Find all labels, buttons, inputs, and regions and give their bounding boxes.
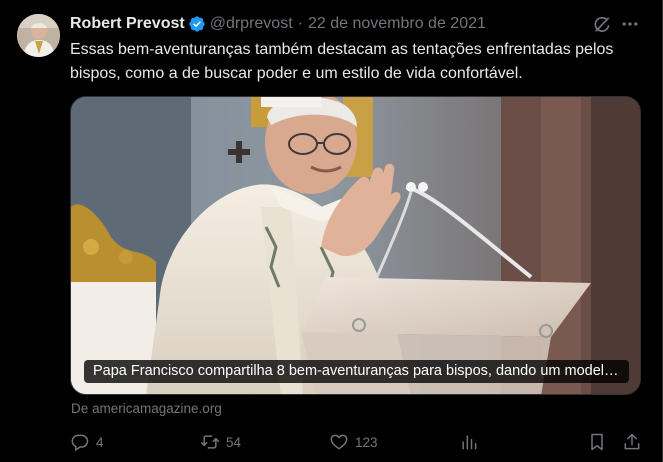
reply-count: 4 [96, 434, 104, 450]
verified-badge-icon[interactable] [188, 15, 206, 33]
more-icon[interactable] [620, 14, 640, 34]
reply-icon [71, 434, 89, 451]
tweet-date[interactable]: 22 de novembro de 2021 [308, 15, 486, 33]
share-icon [624, 433, 640, 450]
reply-button[interactable]: 4 [70, 430, 104, 454]
tweet-text: Essas bem-aventuranças também destacam a… [70, 41, 614, 82]
separator-dot: · [297, 15, 303, 32]
card-image [71, 97, 640, 394]
avatar[interactable] [17, 14, 60, 57]
grok-icon[interactable] [592, 15, 612, 35]
heart-icon [330, 434, 348, 450]
repost-icon [200, 435, 220, 449]
views-button[interactable] [459, 430, 479, 454]
views-icon [462, 435, 477, 450]
share-button[interactable] [622, 430, 642, 454]
card-caption: Papa Francisco compartilha 8 bem-aventur… [84, 360, 629, 383]
action-bar: 4 54 123 [70, 430, 645, 454]
bookmark-button[interactable] [587, 430, 607, 454]
tweet-header: Robert Prevost @drprevost · 22 de novemb… [70, 13, 486, 35]
tweet[interactable]: Robert Prevost @drprevost · 22 de novemb… [0, 0, 663, 462]
link-card[interactable]: Papa Francisco compartilha 8 bem-aventur… [70, 96, 641, 395]
like-button[interactable]: 123 [329, 430, 378, 454]
author-handle[interactable]: @drprevost [210, 15, 293, 33]
repost-count: 54 [226, 434, 242, 450]
author-name[interactable]: Robert Prevost [70, 15, 185, 33]
card-source[interactable]: De americamagazine.org [71, 401, 222, 416]
bookmark-icon [591, 433, 603, 451]
like-count: 123 [355, 434, 378, 450]
repost-button[interactable]: 54 [200, 430, 241, 454]
